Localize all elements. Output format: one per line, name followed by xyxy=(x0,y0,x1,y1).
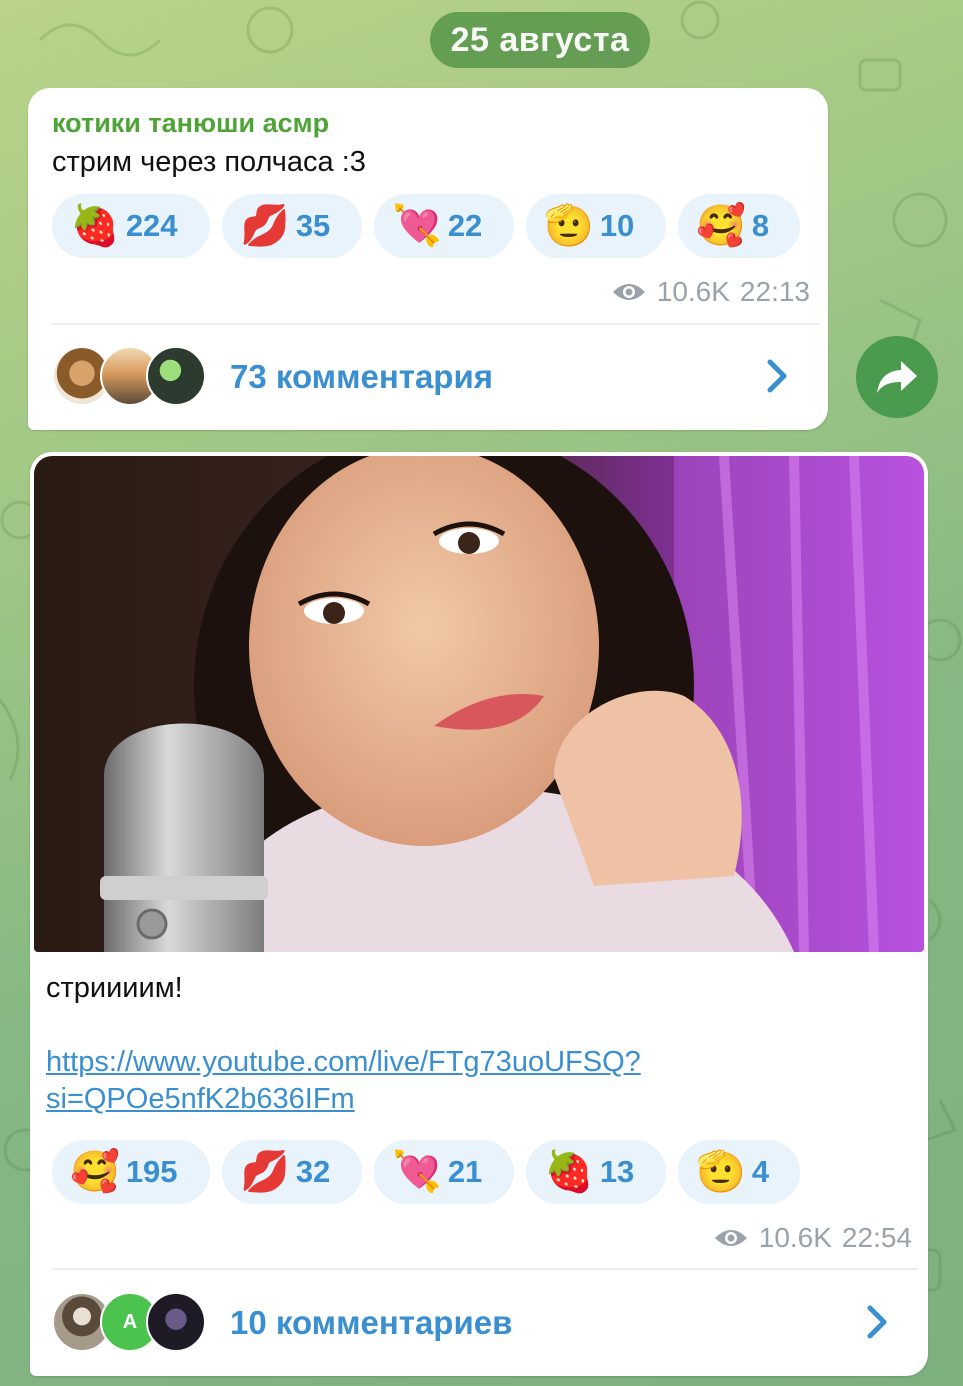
avatar xyxy=(146,346,206,406)
reaction-count: 224 xyxy=(125,208,178,243)
commenter-avatars: A xyxy=(52,1292,206,1354)
reaction-salute[interactable]: 🫡 10 xyxy=(526,194,666,258)
post-text: стрим через полчаса :3 xyxy=(52,146,366,178)
saluting-face-icon: 🫡 xyxy=(544,203,594,249)
smiling-face-hearts-icon: 🥰 xyxy=(696,203,746,249)
reaction-count: 10 xyxy=(599,208,635,243)
divider xyxy=(52,323,820,325)
eye-icon xyxy=(612,284,645,300)
channel-name[interactable]: котики танюши асмр xyxy=(52,108,329,139)
post-photo[interactable] xyxy=(34,456,924,952)
channel-post-photo[interactable]: стриииим! https://www.youtube.com/live/F… xyxy=(30,452,928,1376)
share-button[interactable] xyxy=(856,336,938,418)
comments-count-label: 10 комментариев xyxy=(230,1304,513,1341)
saluting-face-icon: 🫡 xyxy=(696,1149,746,1195)
strawberry-icon: 🍓 xyxy=(70,203,120,249)
heart-with-arrow-icon: 💘 xyxy=(392,203,442,249)
views-count: 10.6K xyxy=(656,276,730,307)
reaction-smiling-hearts[interactable]: 🥰 195 xyxy=(52,1140,210,1204)
channel-post-text[interactable]: котики танюши асмр стрим через полчаса :… xyxy=(28,88,828,430)
eye-icon xyxy=(714,1230,747,1246)
reaction-count: 21 xyxy=(447,1154,483,1189)
reaction-heart-arrow[interactable]: 💘 21 xyxy=(374,1140,514,1204)
youtube-link[interactable]: https://www.youtube.com/live/FTg73uoUFSQ… xyxy=(46,1044,906,1118)
strawberry-icon: 🍓 xyxy=(544,1149,594,1195)
post-time: 22:54 xyxy=(841,1222,912,1253)
reaction-strawberry[interactable]: 🍓 224 xyxy=(52,194,210,258)
heart-with-arrow-icon: 💘 xyxy=(392,1149,442,1195)
comments-row[interactable]: A 10 комментариев xyxy=(52,1292,512,1354)
post-meta: 10.6K 22:54 xyxy=(713,1222,912,1254)
reaction-count: 35 xyxy=(295,208,331,243)
chevron-right-icon[interactable] xyxy=(864,1302,890,1352)
avatar xyxy=(146,1292,206,1352)
reaction-strawberry[interactable]: 🍓 13 xyxy=(526,1140,666,1204)
reaction-kiss[interactable]: 💋 35 xyxy=(222,194,362,258)
comments-count-label: 73 комментария xyxy=(230,358,494,395)
reaction-count: 13 xyxy=(599,1154,635,1189)
reaction-count: 8 xyxy=(751,208,770,243)
comments-row[interactable]: 73 комментария xyxy=(52,346,493,408)
reaction-salute[interactable]: 🫡 4 xyxy=(678,1140,800,1204)
post-text: стриииим! xyxy=(46,972,183,1004)
post-time: 22:13 xyxy=(739,276,810,307)
chevron-right-icon[interactable] xyxy=(764,356,790,406)
reaction-count: 195 xyxy=(125,1154,178,1189)
share-arrow-icon xyxy=(877,361,917,393)
reaction-smiling-hearts[interactable]: 🥰 8 xyxy=(678,194,800,258)
commenter-avatars xyxy=(52,346,206,408)
reaction-count: 22 xyxy=(447,208,483,243)
reaction-heart-arrow[interactable]: 💘 22 xyxy=(374,194,514,258)
kiss-mark-icon: 💋 xyxy=(240,1149,290,1195)
smiling-face-hearts-icon: 🥰 xyxy=(70,1149,120,1195)
reaction-count: 4 xyxy=(751,1154,770,1189)
divider xyxy=(52,1268,918,1270)
date-separator: 25 августа xyxy=(430,12,650,68)
views-count: 10.6K xyxy=(758,1222,832,1253)
reactions-bar: 🥰 195 💋 32 💘 21 🍓 13 🫡 4 xyxy=(52,1140,800,1204)
post-meta: 10.6K 22:13 xyxy=(611,276,810,308)
reaction-count: 32 xyxy=(295,1154,331,1189)
kiss-mark-icon: 💋 xyxy=(240,203,290,249)
reactions-bar: 🍓 224 💋 35 💘 22 🫡 10 🥰 8 xyxy=(52,194,800,258)
reaction-kiss[interactable]: 💋 32 xyxy=(222,1140,362,1204)
